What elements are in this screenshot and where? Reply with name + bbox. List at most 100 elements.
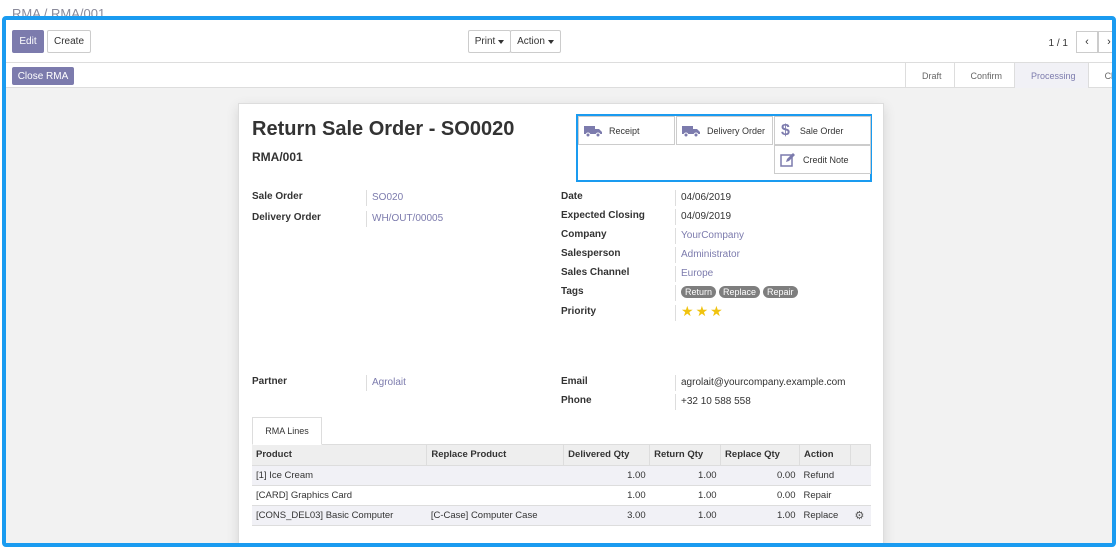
table-cell: ⚙ <box>850 505 871 526</box>
expected-closing-value[interactable]: 04/09/2019 <box>681 211 731 222</box>
table-row[interactable]: [CARD] Graphics Card 1.00 1.00 0.00 Repa… <box>252 485 871 506</box>
form-sheet: Return Sale Order - SO0020 RMA/001 Recei… <box>238 103 884 543</box>
partner-label: Partner <box>252 376 288 387</box>
credit-note-label: Credit Note <box>803 154 849 165</box>
column-header[interactable]: Delivered Qty <box>563 445 651 466</box>
table-cell: [C-Case] Computer Case <box>426 505 564 526</box>
divider <box>675 209 676 225</box>
date-label: Date <box>561 191 583 202</box>
gear-icon[interactable]: ⚙ <box>854 510 864 522</box>
table-cell: 1.00 <box>649 485 721 506</box>
smart-buttons-box: Receipt Delivery Order $ Sale Order Cred… <box>576 114 872 182</box>
divider <box>675 394 676 410</box>
divider <box>675 266 676 282</box>
delivery-order-link[interactable]: WH/OUT/00005 <box>372 213 443 224</box>
stage-pipeline: DraftConfirmProcessingClose <box>905 63 1112 88</box>
table-cell: 1.00 <box>649 505 721 526</box>
table-cell: Refund <box>799 465 851 486</box>
tab-rma-lines[interactable]: RMA Lines <box>252 417 322 445</box>
stage-processing[interactable]: Processing <box>1014 63 1088 88</box>
chevron-left-icon: ‹ <box>1085 36 1089 48</box>
company-link[interactable]: YourCompany <box>681 230 744 241</box>
divider <box>675 228 676 244</box>
pager-next-button[interactable]: › <box>1098 31 1112 53</box>
truck-icon <box>584 125 602 137</box>
truck-icon <box>682 125 700 137</box>
action-dropdown[interactable]: Action <box>510 30 561 53</box>
divider <box>366 211 367 227</box>
table-row[interactable]: [CONS_DEL03] Basic Computer [C-Case] Com… <box>252 505 871 526</box>
stage-close[interactable]: Close <box>1087 63 1112 88</box>
create-button[interactable]: Create <box>47 30 91 53</box>
sale-order-label: Sale Order <box>799 125 844 136</box>
delivery-order-label: Delivery Order <box>707 125 766 136</box>
chevron-right-icon: › <box>1107 36 1111 48</box>
divider <box>675 375 676 391</box>
divider <box>675 305 676 321</box>
stage-confirm[interactable]: Confirm <box>953 63 1015 88</box>
sales-channel-label: Sales Channel <box>561 267 630 278</box>
star-icon[interactable]: ★ <box>710 303 723 319</box>
table-cell <box>850 485 871 506</box>
phone-value[interactable]: +32 10 588 558 <box>681 396 751 407</box>
tag-badge[interactable]: Repair <box>763 286 798 298</box>
pager-value[interactable]: 1 / 1 <box>1049 38 1068 49</box>
status-bar: Close RMA DraftConfirmProcessingClose <box>6 63 1112 88</box>
sale-order-link[interactable]: SO020 <box>372 192 403 203</box>
column-header[interactable]: Action <box>799 445 851 466</box>
date-value[interactable]: 04/06/2019 <box>681 192 731 203</box>
edit-icon <box>780 152 795 167</box>
table-cell: [CONS_DEL03] Basic Computer <box>252 505 427 526</box>
stage-draft[interactable]: Draft <box>905 63 954 88</box>
expected-closing-label: Expected Closing <box>561 210 645 221</box>
close-rma-button[interactable]: Close RMA <box>12 67 74 85</box>
column-header[interactable]: Return Qty <box>649 445 722 466</box>
app-frame: Edit Create Print Action 1 / 1 ‹ › Close… <box>2 16 1116 547</box>
email-value[interactable]: agrolait@yourcompany.example.com <box>681 377 845 388</box>
email-label: Email <box>561 376 588 387</box>
delivery-order-field-label: Delivery Order <box>252 212 321 223</box>
pager-previous-button[interactable]: ‹ <box>1076 31 1098 53</box>
print-dropdown[interactable]: Print <box>468 30 511 53</box>
print-label: Print <box>474 36 496 47</box>
star-icon[interactable]: ★ <box>696 303 709 319</box>
rma-lines-table: Product Replace Product Delivered Qty Re… <box>252 445 872 526</box>
table-cell <box>850 465 871 486</box>
salesperson-label: Salesperson <box>561 248 621 259</box>
page-title: Return Sale Order - SO0020 <box>252 118 515 140</box>
partner-link[interactable]: Agrolait <box>372 377 406 388</box>
edit-button[interactable]: Edit <box>12 30 44 53</box>
control-panel: Edit Create Print Action 1 / 1 ‹ › <box>6 20 1112 63</box>
table-row[interactable]: [1] Ice Cream 1.00 1.00 0.00 Refund <box>252 465 871 486</box>
column-header[interactable]: Replace Qty <box>720 445 800 466</box>
delivery-order-button[interactable]: Delivery Order <box>676 116 773 145</box>
table-cell <box>426 465 564 486</box>
salesperson-link[interactable]: Administrator <box>681 249 740 260</box>
table-cell: 0.00 <box>720 485 800 506</box>
table-cell: 1.00 <box>563 485 650 506</box>
caret-down-icon <box>547 39 554 44</box>
phone-label: Phone <box>561 395 592 406</box>
table-cell: [1] Ice Cream <box>252 465 427 486</box>
sale-order-button[interactable]: $ Sale Order <box>774 116 871 145</box>
tags-label: Tags <box>561 286 584 297</box>
table-cell: 1.00 <box>649 465 721 486</box>
sales-channel-link[interactable]: Europe <box>681 268 713 279</box>
table-cell: [CARD] Graphics Card <box>252 485 427 506</box>
divider <box>675 285 676 301</box>
dollar-icon: $ <box>781 121 790 139</box>
table-header-row: Product Replace Product Delivered Qty Re… <box>252 445 872 466</box>
column-header[interactable]: Replace Product <box>426 445 565 466</box>
tag-badge[interactable]: Replace <box>719 286 761 298</box>
receipt-label: Receipt <box>609 125 640 136</box>
receipt-button[interactable]: Receipt <box>578 116 675 145</box>
table-cell: 3.00 <box>563 505 650 526</box>
priority-label: Priority <box>561 306 597 317</box>
company-label: Company <box>561 229 607 240</box>
star-icon[interactable]: ★ <box>681 303 694 319</box>
rma-reference: RMA/001 <box>252 150 303 164</box>
divider <box>675 190 676 206</box>
credit-note-button[interactable]: Credit Note <box>774 145 871 174</box>
column-header[interactable]: Product <box>252 445 428 466</box>
tag-badge[interactable]: Return <box>681 286 717 298</box>
